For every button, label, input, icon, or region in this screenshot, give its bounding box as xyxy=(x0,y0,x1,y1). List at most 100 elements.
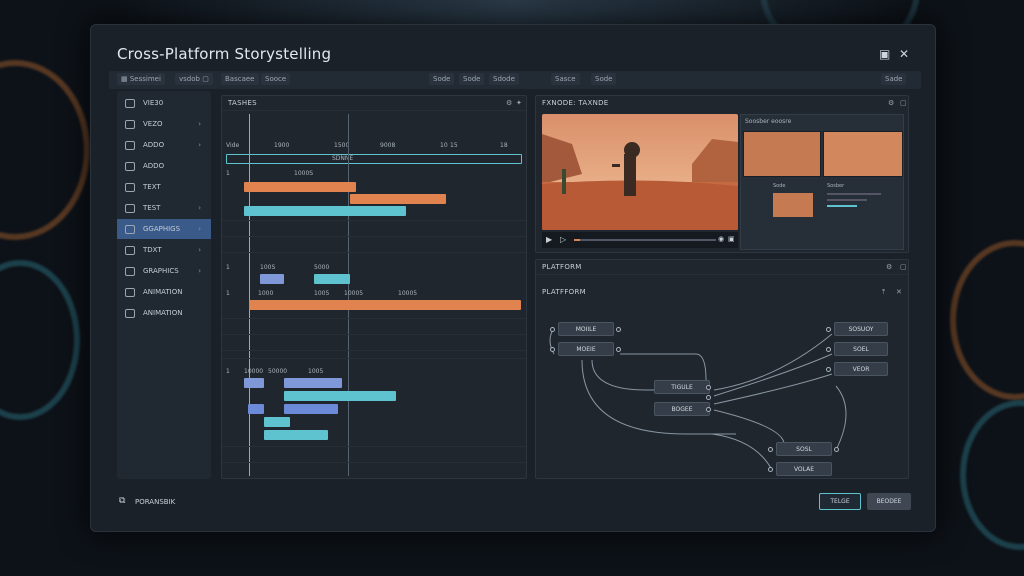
track-label: 50000 xyxy=(268,368,288,375)
settings-icon[interactable]: ⚙ xyxy=(506,99,512,107)
close-icon[interactable]: ✕ xyxy=(899,47,909,61)
track-label: 1 xyxy=(226,290,230,297)
sidebar-item-animation[interactable]: ANIMATION xyxy=(117,303,211,323)
selected-track[interactable] xyxy=(226,154,522,164)
node-port[interactable] xyxy=(768,467,773,472)
timeline-clip[interactable] xyxy=(314,274,350,284)
track-label: 1005 xyxy=(314,290,330,297)
toolbar-item[interactable]: Bascaee xyxy=(221,73,259,85)
node-port[interactable] xyxy=(834,447,839,452)
play-icon[interactable]: ▶ xyxy=(546,235,552,244)
text-line xyxy=(827,205,857,207)
timeline-clip[interactable] xyxy=(260,274,284,284)
node-mobile[interactable]: MOIILE xyxy=(558,322,614,336)
node-port[interactable] xyxy=(616,347,621,352)
timeline-clip[interactable] xyxy=(248,404,264,414)
node-port[interactable] xyxy=(826,327,831,332)
timeline-clip[interactable] xyxy=(264,430,328,440)
sidebar-item-audio[interactable]: ADDO xyxy=(117,156,211,176)
secondary-button[interactable]: TELGE xyxy=(819,493,861,510)
node-port[interactable] xyxy=(616,327,621,332)
fullscreen-icon[interactable]: ▣ xyxy=(728,235,735,243)
toolbar-item[interactable]: Sdode xyxy=(489,73,519,85)
track-label: 10005 xyxy=(344,290,364,297)
app-window: Cross-Platform Storystelling ▣ ✕ ▦ Sessi… xyxy=(90,24,936,532)
caption: Sosber xyxy=(827,183,845,189)
track-label: 10005 xyxy=(398,290,418,297)
sidebar-item-text[interactable]: TEXT xyxy=(117,177,211,197)
thumbnail[interactable] xyxy=(823,131,903,177)
timeline-clip[interactable] xyxy=(244,182,356,192)
sidebar-item-text[interactable]: TDXT › xyxy=(117,240,211,260)
expand-icon[interactable]: ▢ xyxy=(900,99,907,107)
node-port[interactable] xyxy=(826,367,831,372)
volume-icon[interactable]: ◉ xyxy=(718,235,724,243)
node-port[interactable] xyxy=(550,327,555,332)
skip-icon[interactable]: ▷ xyxy=(560,235,566,244)
node-social[interactable]: SOSUOY xyxy=(834,322,888,336)
node-social[interactable]: SOEL xyxy=(834,342,888,356)
node-port[interactable] xyxy=(550,347,555,352)
timeline-clip[interactable] xyxy=(244,206,406,216)
timeline-clip[interactable] xyxy=(284,404,338,414)
toolbar-item[interactable]: Sode xyxy=(459,73,485,85)
settings-icon[interactable]: ⚙ xyxy=(888,99,894,107)
node-vr[interactable]: VEOR xyxy=(834,362,888,376)
timeline-clip[interactable] xyxy=(264,417,290,427)
primary-button[interactable]: BEODEE xyxy=(867,493,911,510)
thumbnail[interactable] xyxy=(773,193,813,217)
sidebar-item-graphics[interactable]: GRAPHICS › xyxy=(117,261,211,281)
track-label: 5000 xyxy=(314,264,330,271)
node-port[interactable] xyxy=(706,395,711,400)
preview-title: FXNODE: TAXNDE xyxy=(542,99,609,107)
node-port[interactable] xyxy=(706,407,711,412)
audio-icon xyxy=(125,140,135,150)
window-menu-icon[interactable]: ▣ xyxy=(879,47,890,61)
node-hub[interactable]: BOGEE xyxy=(654,402,710,416)
node-vr[interactable]: VOLAE xyxy=(776,462,832,476)
node-hub[interactable]: TIGULE xyxy=(654,380,710,394)
sidebar-item-graphics[interactable]: GGAPHIGS › xyxy=(117,219,211,239)
video-preview[interactable] xyxy=(542,114,738,230)
ruler-label: Vide xyxy=(226,142,240,149)
node-mobile[interactable]: MOEIE xyxy=(558,342,614,356)
player-controls: ▶ ▷ ◉ ▣ xyxy=(542,232,738,248)
node-social[interactable]: SOSL xyxy=(776,442,832,456)
timeline-clip[interactable] xyxy=(244,378,264,388)
toolbar-item[interactable]: ▦ Sessimei xyxy=(117,73,165,85)
layers-icon[interactable]: ⧉ xyxy=(119,496,125,506)
footer: ⧉ PORANSBIK TELGE BEODEE xyxy=(109,489,921,519)
timeline-panel: TASHES ⚙ ✦ Vide 1900 1500 9008 10 15 18 … xyxy=(221,95,527,479)
sidebar-item-text[interactable]: TEST › xyxy=(117,198,211,218)
node-port[interactable] xyxy=(768,447,773,452)
toolbar-item[interactable]: Sasce xyxy=(551,73,580,85)
sidebar-item-video[interactable]: VEZO › xyxy=(117,114,211,134)
social-preview-title: Soosber eoosre xyxy=(745,118,792,125)
text-line xyxy=(827,199,867,201)
timeline-clip[interactable] xyxy=(284,378,342,388)
sidebar: VIE30 VEZO › ADDO › ADDO TEXT TEST › GGAPHI… xyxy=(117,91,211,479)
thumbnail[interactable] xyxy=(743,131,821,177)
timeline-clip[interactable] xyxy=(350,194,446,204)
sidebar-item-audio[interactable]: ADDO › xyxy=(117,135,211,155)
ruler-label: 18 xyxy=(500,142,508,149)
footer-label: PORANSBIK xyxy=(135,498,176,506)
sidebar-item-video[interactable]: VIE30 xyxy=(117,93,211,113)
toolbar-item[interactable]: Sade xyxy=(881,73,907,85)
track-label: 1 xyxy=(226,368,230,375)
node-port[interactable] xyxy=(706,385,711,390)
sidebar-item-animation[interactable]: ANIMATION xyxy=(117,282,211,302)
caption: Sode xyxy=(773,183,786,189)
toolbar-item[interactable]: Sode xyxy=(429,73,455,85)
star-icon[interactable]: ✦ xyxy=(516,99,522,107)
playhead[interactable] xyxy=(249,114,250,476)
seek-bar[interactable] xyxy=(574,239,716,241)
timeline-clip[interactable] xyxy=(249,300,521,310)
toolbar-item[interactable]: vsdob ▢ xyxy=(175,73,213,85)
toolbar-item[interactable]: Sode xyxy=(591,73,617,85)
node-port[interactable] xyxy=(826,347,831,352)
track-label: 1000 xyxy=(258,290,274,297)
toolbar-item[interactable]: Sooce xyxy=(261,73,291,85)
timeline-title: TASHES xyxy=(228,99,257,107)
timeline-clip[interactable] xyxy=(284,391,396,401)
